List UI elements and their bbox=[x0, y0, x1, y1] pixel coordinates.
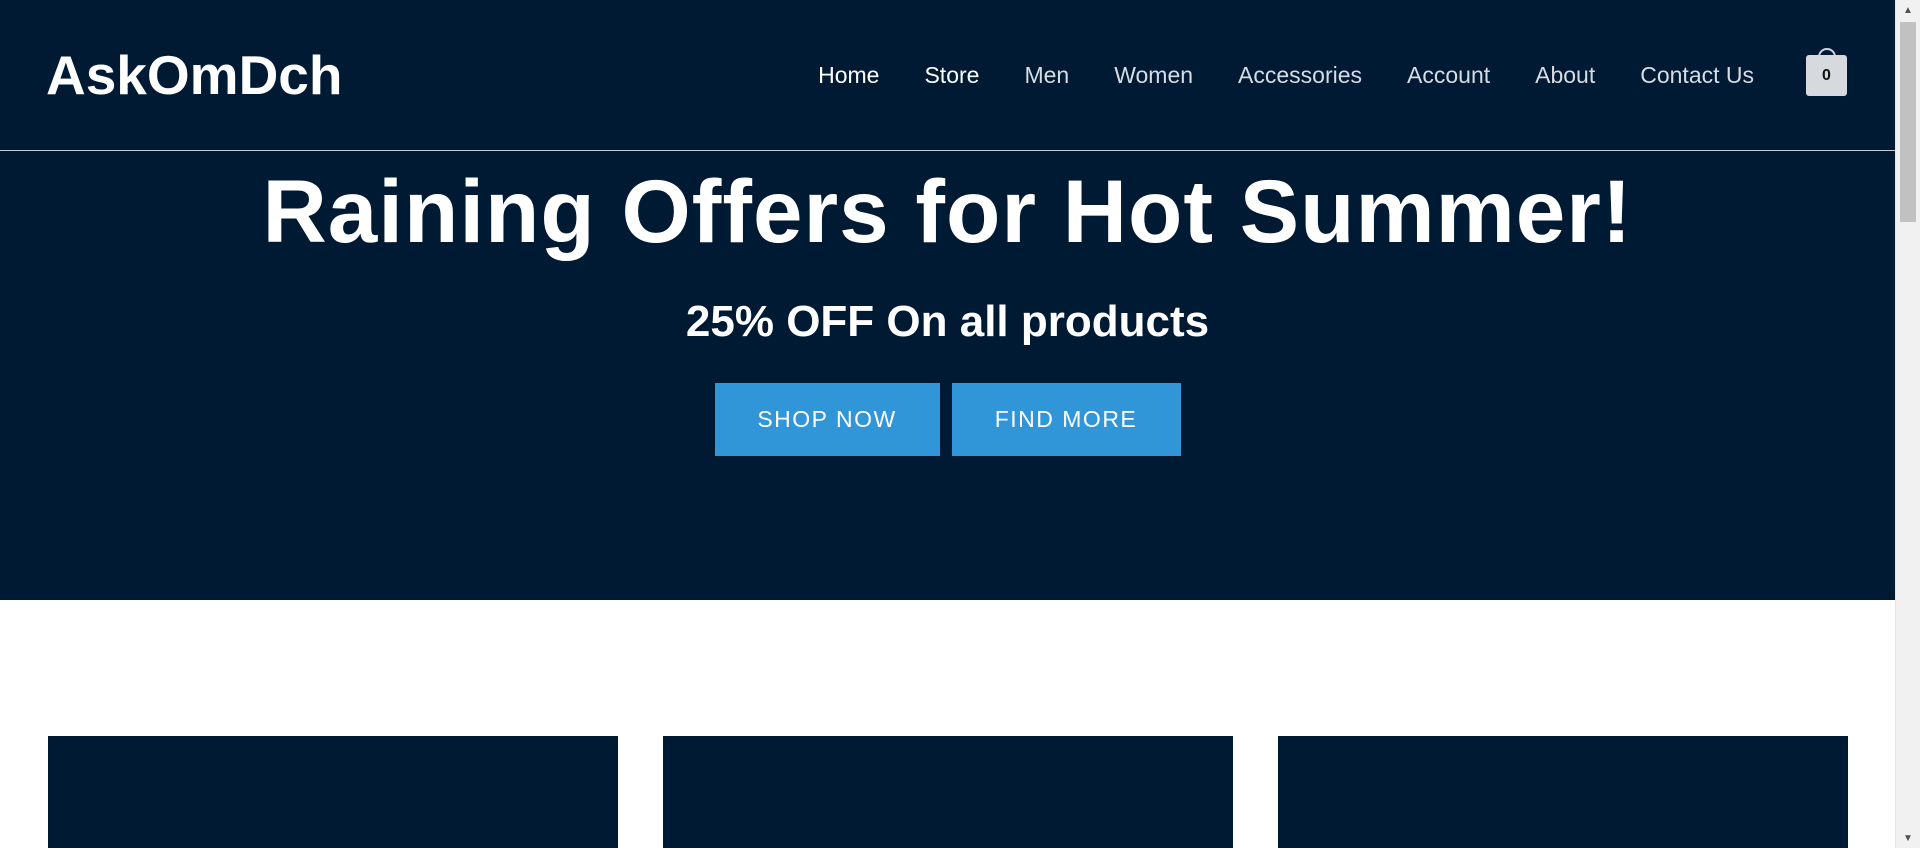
nav-item-men[interactable]: Men bbox=[1024, 62, 1069, 89]
nav-item-contact-us[interactable]: Contact Us bbox=[1640, 62, 1754, 89]
cart-count-badge: 0 bbox=[1806, 55, 1847, 96]
find-more-button[interactable]: FIND MORE bbox=[951, 383, 1181, 456]
hero-title: Raining Offers for Hot Summer! bbox=[262, 161, 1633, 261]
main-navigation: Home Store Men Women Accessories Account… bbox=[773, 58, 1754, 92]
hero-subtitle: 25% OFF On all products bbox=[685, 297, 1210, 346]
featured-card[interactable] bbox=[663, 736, 1233, 848]
nav-item-store[interactable]: Store bbox=[924, 62, 979, 89]
site-header: AskOmDch Home Store Men Women Accessorie… bbox=[0, 0, 1895, 151]
cart-button[interactable]: 0 bbox=[1806, 46, 1848, 96]
scroll-up-arrow-icon[interactable]: ▲ bbox=[1896, 0, 1920, 20]
scroll-down-arrow-icon[interactable]: ▼ bbox=[1896, 828, 1920, 848]
page-viewport: AskOmDch Home Store Men Women Accessorie… bbox=[0, 0, 1895, 848]
nav-item-accessories[interactable]: Accessories bbox=[1238, 62, 1362, 89]
nav-item-home[interactable]: Home bbox=[818, 62, 879, 89]
hero-buttons: SHOP NOW FIND MORE bbox=[0, 383, 1895, 456]
nav-item-about[interactable]: About bbox=[1535, 62, 1595, 89]
nav-item-account[interactable]: Account bbox=[1407, 62, 1490, 89]
featured-card[interactable] bbox=[1278, 736, 1848, 848]
vertical-scrollbar[interactable]: ▲ ▼ bbox=[1895, 0, 1920, 848]
shop-now-button[interactable]: SHOP NOW bbox=[714, 383, 940, 456]
brand-logo[interactable]: AskOmDch bbox=[46, 44, 342, 106]
hero-banner: Raining Offers for Hot Summer! 25% OFF O… bbox=[0, 151, 1895, 600]
featured-card[interactable] bbox=[48, 736, 618, 848]
nav-item-women[interactable]: Women bbox=[1114, 62, 1193, 89]
scrollbar-thumb[interactable] bbox=[1900, 22, 1916, 222]
